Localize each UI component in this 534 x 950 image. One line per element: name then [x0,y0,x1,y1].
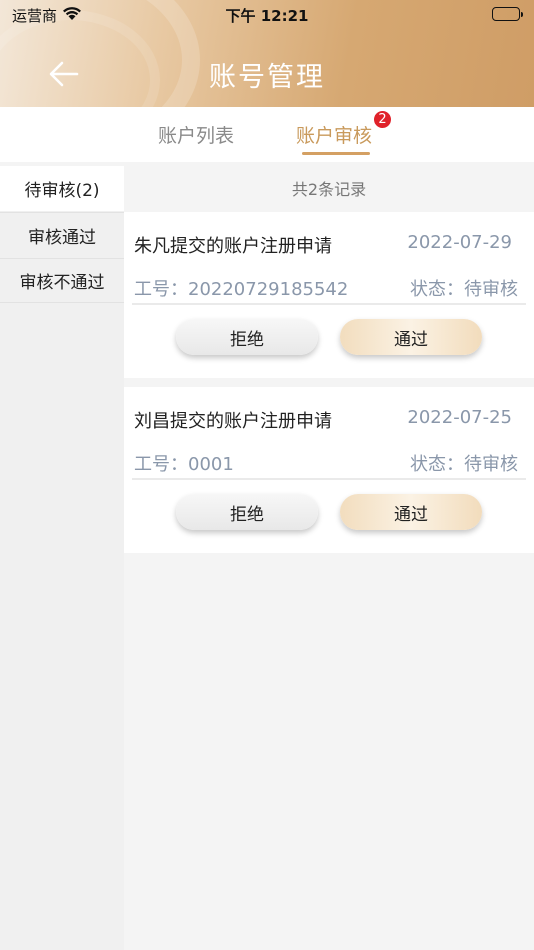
clock: 下午 12:21 [225,7,309,25]
tab-account-list[interactable]: 账户列表 [158,121,234,148]
divider [132,303,526,305]
status-text: 状态：待审核 [410,454,518,475]
employee-number: 工号：20220729185542 [134,279,349,300]
tab-bar: 账户列表 账户审核 [0,107,534,162]
approve-button[interactable]: 通过 [340,319,482,355]
review-status-sidebar: 待审核(2) 审核通过 审核不通过 [0,166,124,950]
employee-number: 工号：0001 [134,454,234,475]
tab-account-review[interactable]: 账户审核 [296,121,372,148]
divider [132,478,526,480]
battery-icon [492,7,523,21]
sidebar-item-pending[interactable]: 待审核(2) [0,166,124,211]
list-item: 朱凡提交的账户注册申请 2022-07-29 工号：20220729185542… [124,212,534,378]
status-text: 状态：待审核 [410,279,518,300]
application-date: 2022-07-25 [407,407,512,428]
approve-button[interactable]: 通过 [340,494,482,530]
application-title: 朱凡提交的账户注册申请 [134,236,332,257]
application-date: 2022-07-29 [407,232,512,253]
status-bar: 运营商 下午 12:21 [0,0,534,30]
reject-button[interactable]: 拒绝 [176,494,318,530]
nav-header: 运营商 下午 12:21 账号管理 [0,0,534,107]
list-item: 刘昌提交的账户注册申请 2022-07-25 工号：0001 状态：待审核 拒绝… [124,387,534,553]
active-tab-indicator [302,152,370,155]
records-count: 共2条记录 [291,180,367,199]
page-title: 账号管理 [209,62,325,93]
reject-button[interactable]: 拒绝 [176,319,318,355]
sidebar-item-rejected[interactable]: 审核不通过 [0,258,124,303]
review-count-badge: 2 [373,110,392,129]
sidebar-item-approved[interactable]: 审核通过 [0,212,124,257]
application-title: 刘昌提交的账户注册申请 [134,411,332,432]
